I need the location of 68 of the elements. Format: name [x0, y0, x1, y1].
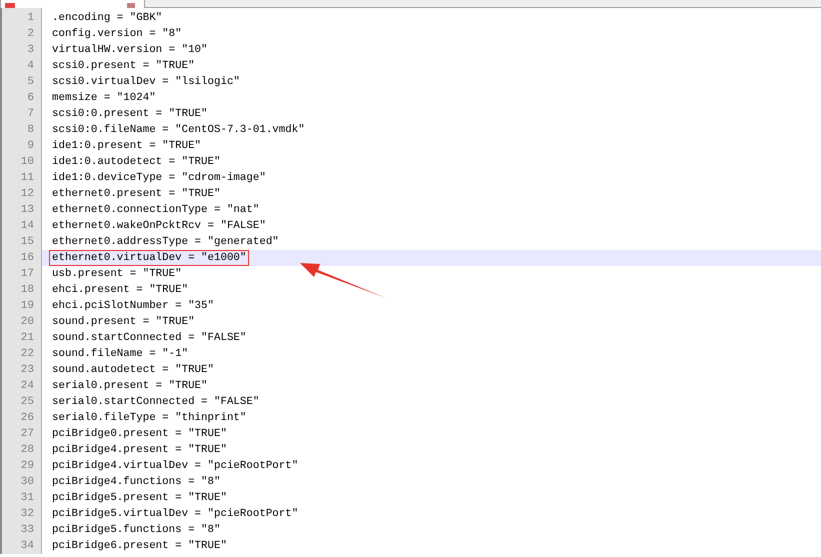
line-number: 9 [26, 139, 35, 154]
code-line: sound.startConnected = "FALSE" [52, 331, 246, 345]
line-number: 22 [20, 347, 35, 362]
code-line: virtualHW.version = "10" [52, 43, 208, 57]
code-line: ide1:0.autodetect = "TRUE" [52, 155, 220, 169]
code-line: serial0.fileType = "thinprint" [52, 411, 246, 425]
line-number: 16 [20, 251, 35, 266]
code-line: memsize = "1024" [52, 91, 156, 105]
code-line: pciBridge4.functions = "8" [52, 475, 220, 489]
code-line: serial0.present = "TRUE" [52, 379, 208, 393]
line-number: 28 [20, 443, 35, 458]
code-line: pciBridge6.present = "TRUE" [52, 539, 227, 553]
code-line: pciBridge5.virtualDev = "pcieRootPort" [52, 507, 298, 521]
code-line: ehci.pciSlotNumber = "35" [52, 299, 214, 313]
line-number: 21 [20, 331, 35, 346]
line-number: 12 [20, 187, 35, 202]
code-line: serial0.startConnected = "FALSE" [52, 395, 260, 409]
line-number: 23 [20, 363, 35, 378]
line-number: 3 [26, 43, 35, 58]
file-tab[interactable] [0, 0, 145, 8]
line-number: 30 [20, 475, 35, 490]
code-line: ethernet0.addressType = "generated" [52, 235, 279, 249]
line-number: 6 [26, 91, 35, 106]
line-number: 2 [26, 27, 35, 42]
code-line: pciBridge4.present = "TRUE" [52, 443, 227, 457]
code-line: ethernet0.connectionType = "nat" [52, 203, 260, 217]
line-number: 20 [20, 315, 35, 330]
code-line: sound.present = "TRUE" [52, 315, 195, 329]
code-line: pciBridge4.virtualDev = "pcieRootPort" [52, 459, 298, 473]
code-line: scsi0:0.fileName = "CentOS-7.3-01.vmdk" [52, 123, 305, 137]
line-number: 10 [20, 155, 35, 170]
line-number: 31 [20, 491, 35, 506]
line-number: 29 [20, 459, 35, 474]
code-line: ide1:0.deviceType = "cdrom-image" [52, 171, 266, 185]
line-number: 33 [20, 523, 35, 538]
line-number: 27 [20, 427, 35, 442]
line-number: 8 [26, 123, 35, 138]
line-number: 25 [20, 395, 35, 410]
line-number: 24 [20, 379, 35, 394]
line-number: 14 [20, 219, 35, 234]
code-line: scsi0.present = "TRUE" [52, 59, 195, 73]
code-line: config.version = "8" [52, 27, 182, 41]
code-line: sound.autodetect = "TRUE" [52, 363, 214, 377]
code-line: scsi0.virtualDev = "lsilogic" [52, 75, 240, 89]
line-number: 19 [20, 299, 35, 314]
code-line: usb.present = "TRUE" [52, 267, 182, 281]
line-number: 5 [26, 75, 35, 90]
code-line: sound.fileName = "-1" [52, 347, 188, 361]
line-number: 11 [20, 171, 35, 186]
code-line: ethernet0.wakeOnPcktRcv = "FALSE" [52, 219, 266, 233]
line-number: 32 [20, 507, 35, 522]
code-line: pciBridge5.functions = "8" [52, 523, 220, 537]
line-number: 1 [26, 11, 35, 26]
line-number: 18 [20, 283, 35, 298]
line-number: 17 [20, 267, 35, 282]
code-line: ehci.present = "TRUE" [52, 283, 188, 297]
code-line: pciBridge5.present = "TRUE" [52, 491, 227, 505]
line-number: 13 [20, 203, 35, 218]
line-number: 34 [20, 539, 35, 554]
code-line: ide1:0.present = "TRUE" [52, 139, 202, 153]
code-line: pciBridge0.present = "TRUE" [52, 427, 227, 441]
line-number: 7 [26, 107, 35, 122]
code-line: .encoding = "GBK" [52, 11, 162, 25]
line-number: 4 [26, 59, 35, 74]
code-line: scsi0:0.present = "TRUE" [52, 107, 208, 121]
line-number: 15 [20, 235, 35, 250]
line-number: 26 [20, 411, 35, 426]
code-line: ethernet0.present = "TRUE" [52, 187, 220, 201]
